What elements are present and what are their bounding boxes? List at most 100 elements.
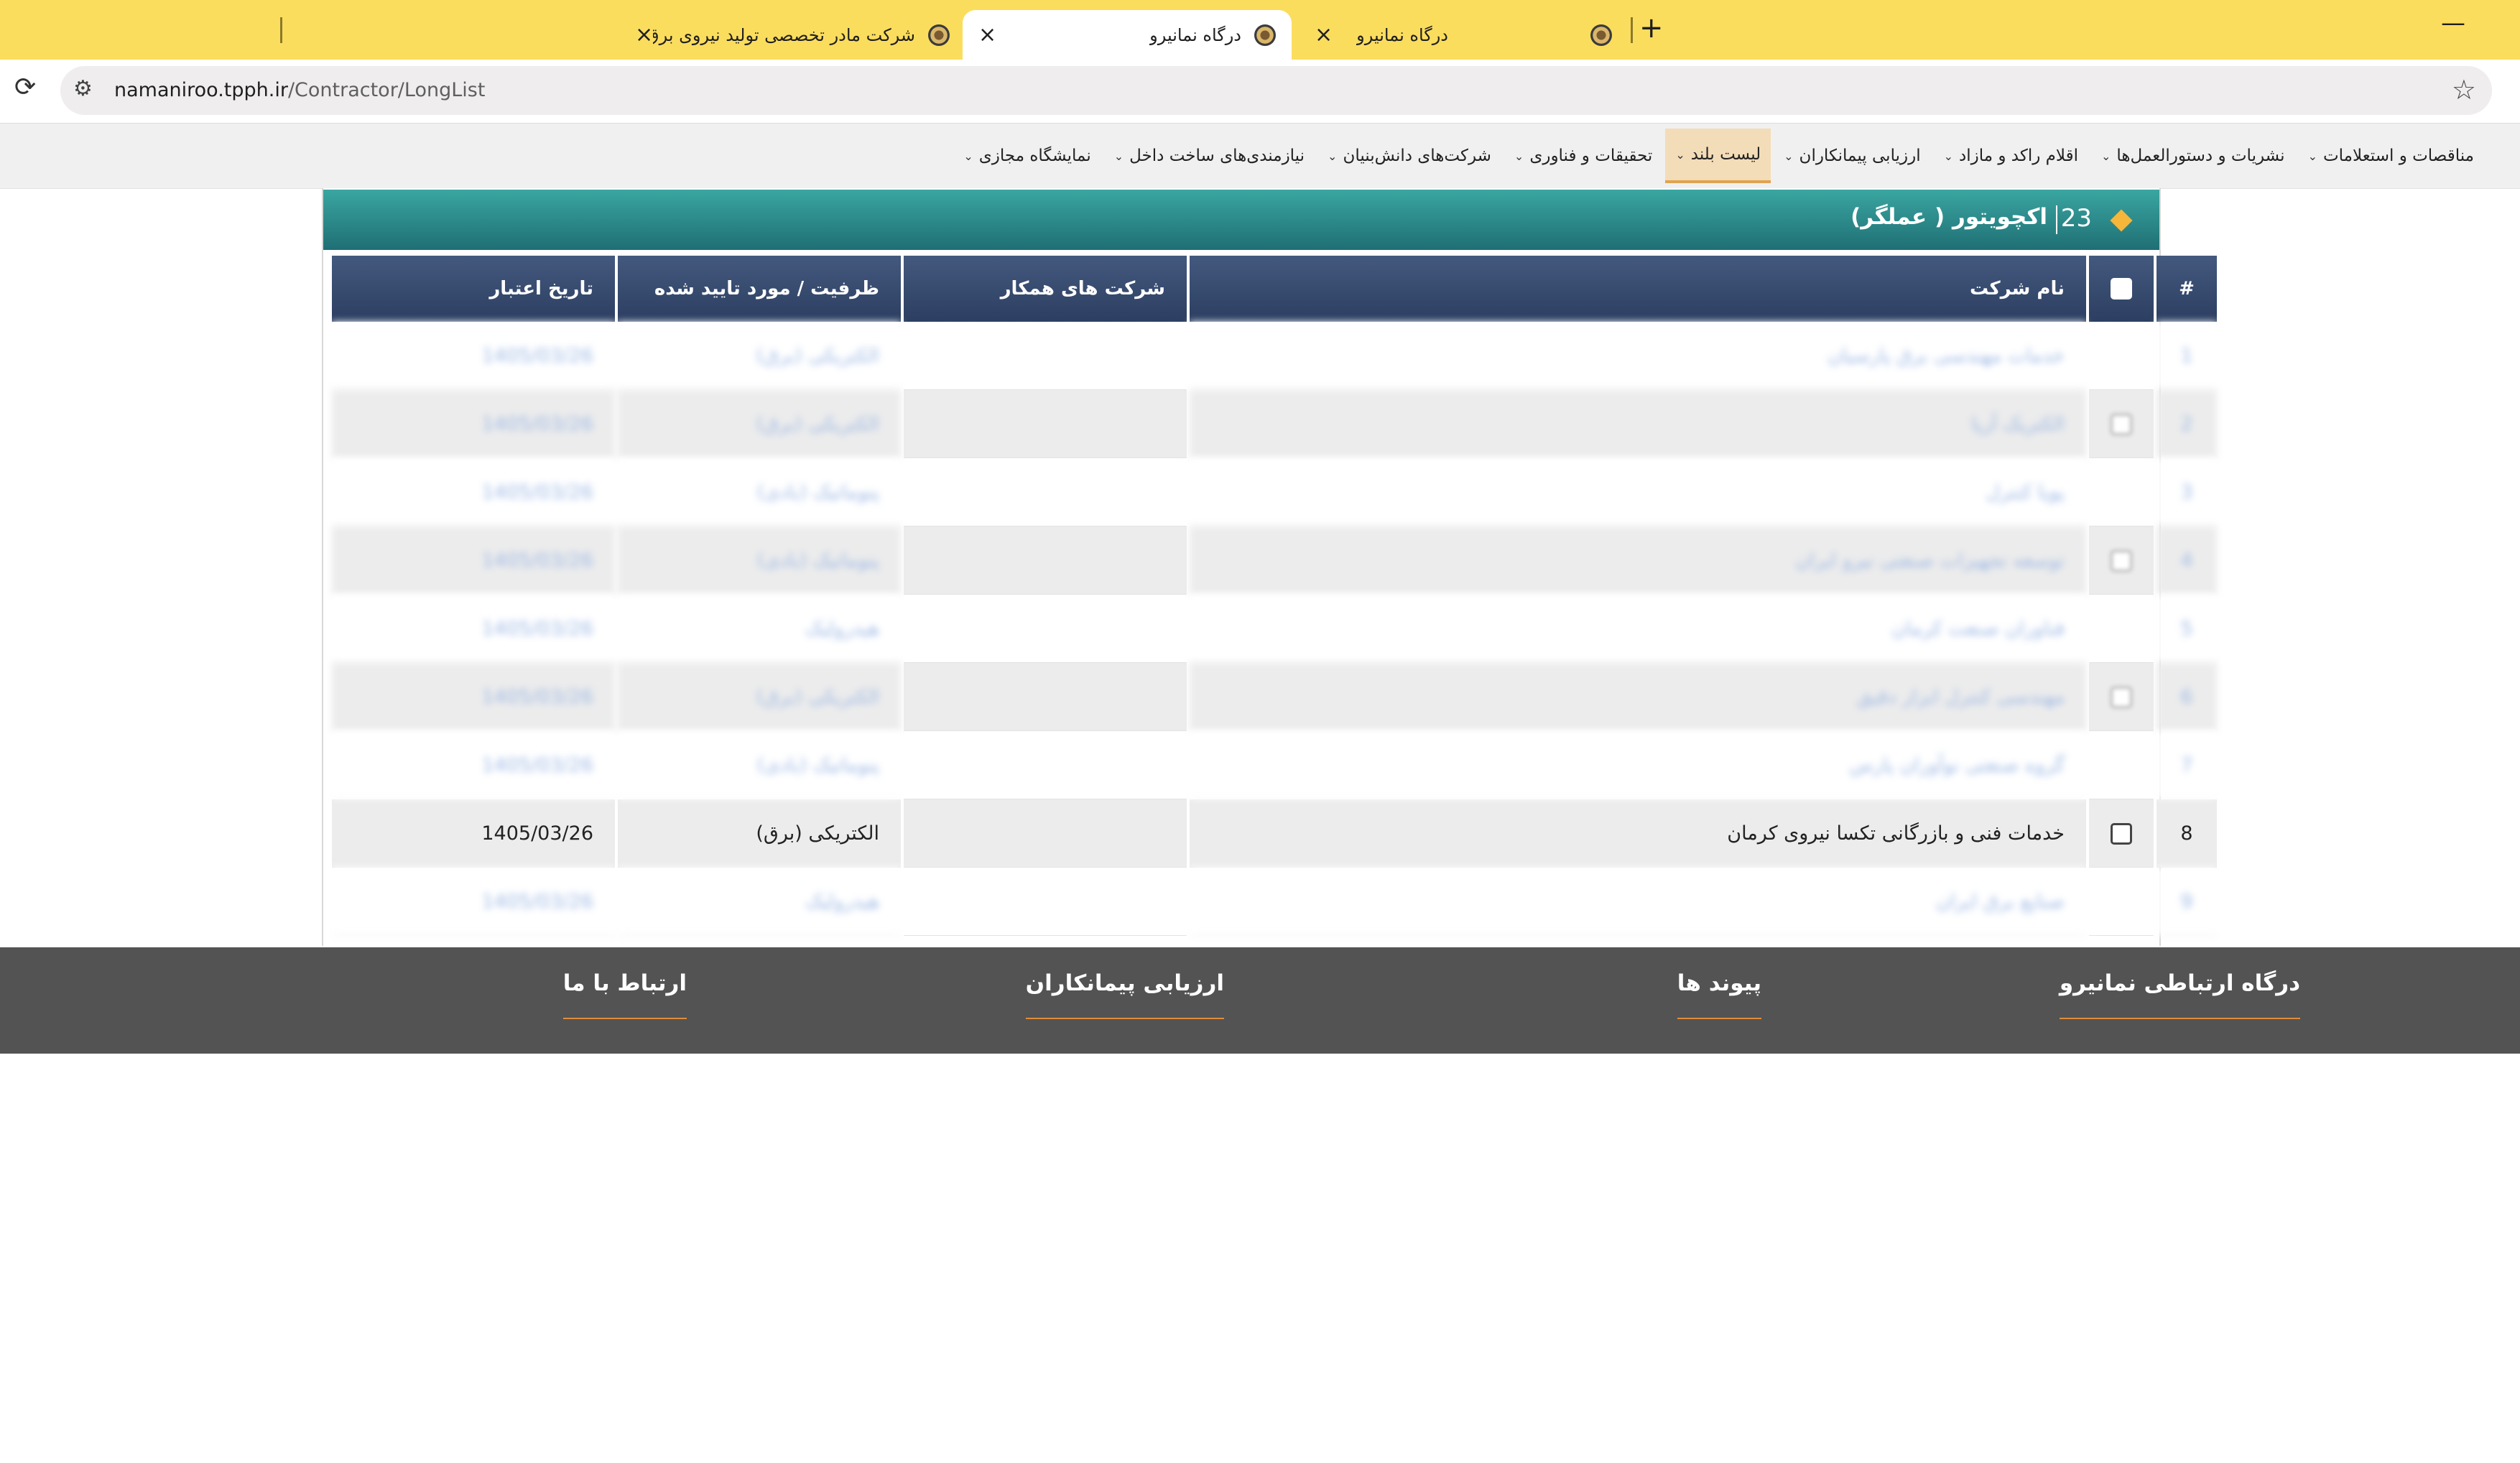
row-partners (904, 595, 1187, 663)
close-tab-icon[interactable]: × (635, 22, 653, 47)
header-company-name[interactable]: نام شرکت (1190, 256, 2086, 322)
nav-item-label: نمایشگاه مجازی (978, 147, 1091, 165)
row-select-cell (2089, 663, 2154, 731)
browser-tab-active[interactable]: درگاه نمانیرو × (963, 10, 1292, 60)
row-checkbox[interactable] (2111, 686, 2132, 708)
close-tab-icon[interactable]: × (978, 22, 996, 47)
close-tab-icon[interactable]: × (1315, 22, 1333, 47)
row-number: 9 (2157, 868, 2217, 936)
address-bar[interactable]: ⚙ namaniroo.tpph.ir/Contractor/LongList … (60, 66, 2492, 115)
row-number: 1 (2157, 322, 2217, 390)
row-number: 3 (2157, 458, 2217, 526)
select-all-checkbox[interactable] (2111, 278, 2132, 300)
row-validity-date: 1405/03/26 (332, 799, 615, 868)
site-navigation: نمایشگاه مجازی ⌄ نیازمندی‌های ساخت داخل ⌄ … (0, 124, 2520, 189)
nav-item-publications[interactable]: نشریات و دستورالعمل‌ها ⌄ (2091, 129, 2295, 183)
date-value: 1405/03/26 (481, 890, 593, 913)
row-checkbox[interactable] (2111, 549, 2132, 572)
date-value: 1405/03/26 (481, 822, 593, 845)
minimize-window-icon[interactable]: — (2441, 9, 2465, 37)
footer-heading-underline (1677, 1018, 1761, 1019)
row-partners (904, 799, 1187, 868)
nav-item-contractor-evaluation[interactable]: ارزیابی پیمانکاران ⌄ (1774, 129, 1930, 183)
row-checkbox[interactable] (2111, 822, 2132, 845)
row-partners (904, 663, 1187, 731)
chevron-down-icon: ⌄ (1328, 149, 1338, 163)
row-company-name[interactable]: الکتریک آریا (1190, 390, 2086, 458)
site-footer: درگاه ارتباطی نمانیرو پیوند ها ارزیابی پ… (0, 947, 2520, 1054)
row-partners (904, 526, 1187, 595)
nav-item-domestic-needs[interactable]: نیازمندی‌های ساخت داخل ⌄ (1104, 129, 1315, 183)
row-company-name[interactable]: خدمات مهندسی برق پارسیان (1190, 322, 2086, 390)
row-capacity: الکتریکی (برق) (618, 390, 901, 458)
nav-item-label: شرکت‌های دانش‌بنیان (1343, 147, 1491, 165)
header-partner-companies[interactable]: شرکت های همکار (904, 256, 1187, 322)
table-row: 7 گروه صنعتی نوآوران پارس پنوماتیک (بادی… (332, 731, 2217, 799)
nav-item-label: اقلام راکد و مازاد (1959, 147, 2078, 165)
row-partners (904, 322, 1187, 390)
url-path: /Contractor/LongList (287, 79, 486, 101)
table-header-row: # نام شرکت شرکت های همکار ظرفیت / مورد ت… (332, 256, 2217, 322)
row-validity-date: 1405/03/26 (332, 868, 615, 936)
nav-menu: نمایشگاه مجازی ⌄ نیازمندی‌های ساخت داخل ⌄ … (950, 124, 2484, 188)
nav-item-research[interactable]: تحقیقات و فناوری ⌄ (1504, 129, 1662, 183)
url-host: namaniroo.tpph.ir (114, 79, 288, 101)
row-validity-date: 1405/03/26 (332, 595, 615, 663)
nav-item-label: نیازمندی‌های ساخت داخل (1129, 147, 1305, 165)
date-value: 1405/03/26 (481, 344, 593, 367)
row-company-name[interactable]: توسعه تجهیزات صنعتی نیرو ایران (1190, 526, 2086, 595)
site-info-icon[interactable]: ⚙ (73, 76, 93, 101)
chevron-down-icon: ⌄ (2100, 149, 2111, 163)
footer-heading: ارتباط با ما (562, 970, 687, 996)
panel-header: 23 اکچویتور ( عملگر) (323, 190, 2159, 250)
nav-item-long-list[interactable]: لیست بلند ⌄ (1665, 129, 1771, 183)
date-value: 1405/03/26 (481, 685, 593, 708)
nav-item-virtual-exhibition[interactable]: نمایشگاه مجازی ⌄ (953, 129, 1101, 183)
table-row: 5 فناوران صنعت کرمان هیدرولیک 1405/03/26 (332, 595, 2217, 663)
row-number: 6 (2157, 663, 2217, 731)
nav-item-tenders[interactable]: مناقصات و استعلامات ⌄ (2298, 129, 2484, 183)
header-number: # (2157, 256, 2217, 322)
row-company-name[interactable]: مهندسی کنترل ابزار دقیق (1190, 663, 2086, 731)
url-text[interactable]: namaniroo.tpph.ir/Contractor/LongList (114, 79, 485, 101)
row-company-name[interactable]: پویا کنترل (1190, 458, 2086, 526)
row-number: 7 (2157, 731, 2217, 799)
footer-heading-underline (2059, 1018, 2300, 1019)
row-select-cell (2089, 390, 2154, 458)
chevron-down-icon: ⌄ (2307, 149, 2317, 163)
row-capacity: پنوماتیک (بادی) (618, 458, 901, 526)
row-capacity: الکتریکی (برق) (618, 663, 901, 731)
browser-tab-tpph[interactable]: شرکت مادر تخصصی تولید نیروی برق × (619, 10, 965, 60)
footer-column-portal: درگاه ارتباطی نمانیرو (2059, 970, 2300, 1019)
header-capacity[interactable]: ظرفیت / مورد تایید شده (618, 256, 901, 322)
browser-tab-namaniroo[interactable]: درگاه نمانیرو × (1299, 10, 1628, 60)
row-company-name[interactable]: خدمات فنی و بازرگانی تکسا نیروی کرمان (1190, 799, 2086, 868)
row-partners (904, 458, 1187, 526)
bookmark-star-icon[interactable]: ☆ (2452, 74, 2476, 106)
row-checkbox[interactable] (2111, 413, 2132, 435)
row-capacity: الکتریکی (برق) (618, 322, 901, 390)
reload-icon[interactable]: ⟳ (14, 73, 36, 102)
row-validity-date: 1405/03/26 (332, 390, 615, 458)
nav-item-knowledge-based[interactable]: شرکت‌های دانش‌بنیان ⌄ (1317, 129, 1501, 183)
row-capacity: پنوماتیک (بادی) (618, 526, 901, 595)
row-number: 8 (2157, 799, 2217, 868)
tab-title: شرکت مادر تخصصی تولید نیروی برق (653, 24, 915, 45)
row-company-name[interactable]: صنایع برق ایران (1190, 868, 2086, 936)
table-row: 3 پویا کنترل پنوماتیک (بادی) 1405/03/26 (332, 458, 2217, 526)
footer-heading-underline (1025, 1018, 1224, 1019)
row-partners (904, 868, 1187, 936)
header-validity-date[interactable]: تاریخ اعتبار (332, 256, 615, 322)
row-company-name[interactable]: فناوران صنعت کرمان (1190, 595, 2086, 663)
new-tab-icon[interactable]: + (1639, 11, 1664, 45)
table-row: 9 صنایع برق ایران هیدرولیک 1405/03/26 (332, 868, 2217, 936)
chevron-down-icon: ⌄ (1113, 149, 1124, 163)
chevron-down-icon: ⌄ (1784, 149, 1794, 163)
site-favicon-icon (928, 24, 950, 46)
row-company-name[interactable]: گروه صنعتی نوآوران پارس (1190, 731, 2086, 799)
site-favicon-icon (1254, 24, 1276, 46)
nav-item-surplus-items[interactable]: اقلام راکد و مازاد ⌄ (1934, 129, 2088, 183)
table-row: 2 الکتریک آریا الکتریکی (برق) 1405/03/26 (332, 390, 2217, 458)
row-select-cell (2089, 868, 2154, 936)
table-row: 4 توسعه تجهیزات صنعتی نیرو ایران پنوماتی… (332, 526, 2217, 595)
